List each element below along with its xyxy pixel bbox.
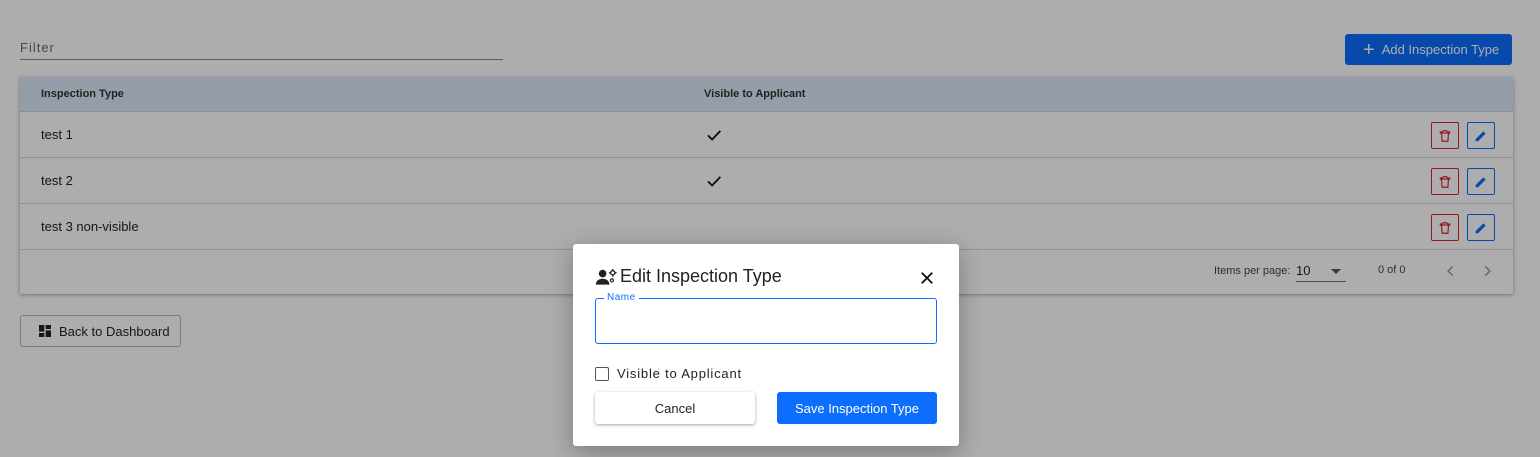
person-gear-icon [595,268,617,285]
cancel-button[interactable]: Cancel [595,392,755,424]
close-button[interactable] [916,267,938,289]
visible-to-applicant-label: Visible to Applicant [617,366,742,381]
name-input[interactable] [606,311,926,331]
visible-to-applicant-checkbox[interactable]: Visible to Applicant [595,366,742,381]
dialog-title: Edit Inspection Type [620,266,782,286]
checkbox-box[interactable] [595,366,609,381]
close-icon [921,272,933,284]
name-field-label: Name [604,292,639,303]
save-inspection-type-button[interactable]: Save Inspection Type [777,392,937,424]
edit-inspection-type-dialog: Edit Inspection Type Name Visible to App… [573,244,959,446]
name-field[interactable]: Name [595,292,937,344]
